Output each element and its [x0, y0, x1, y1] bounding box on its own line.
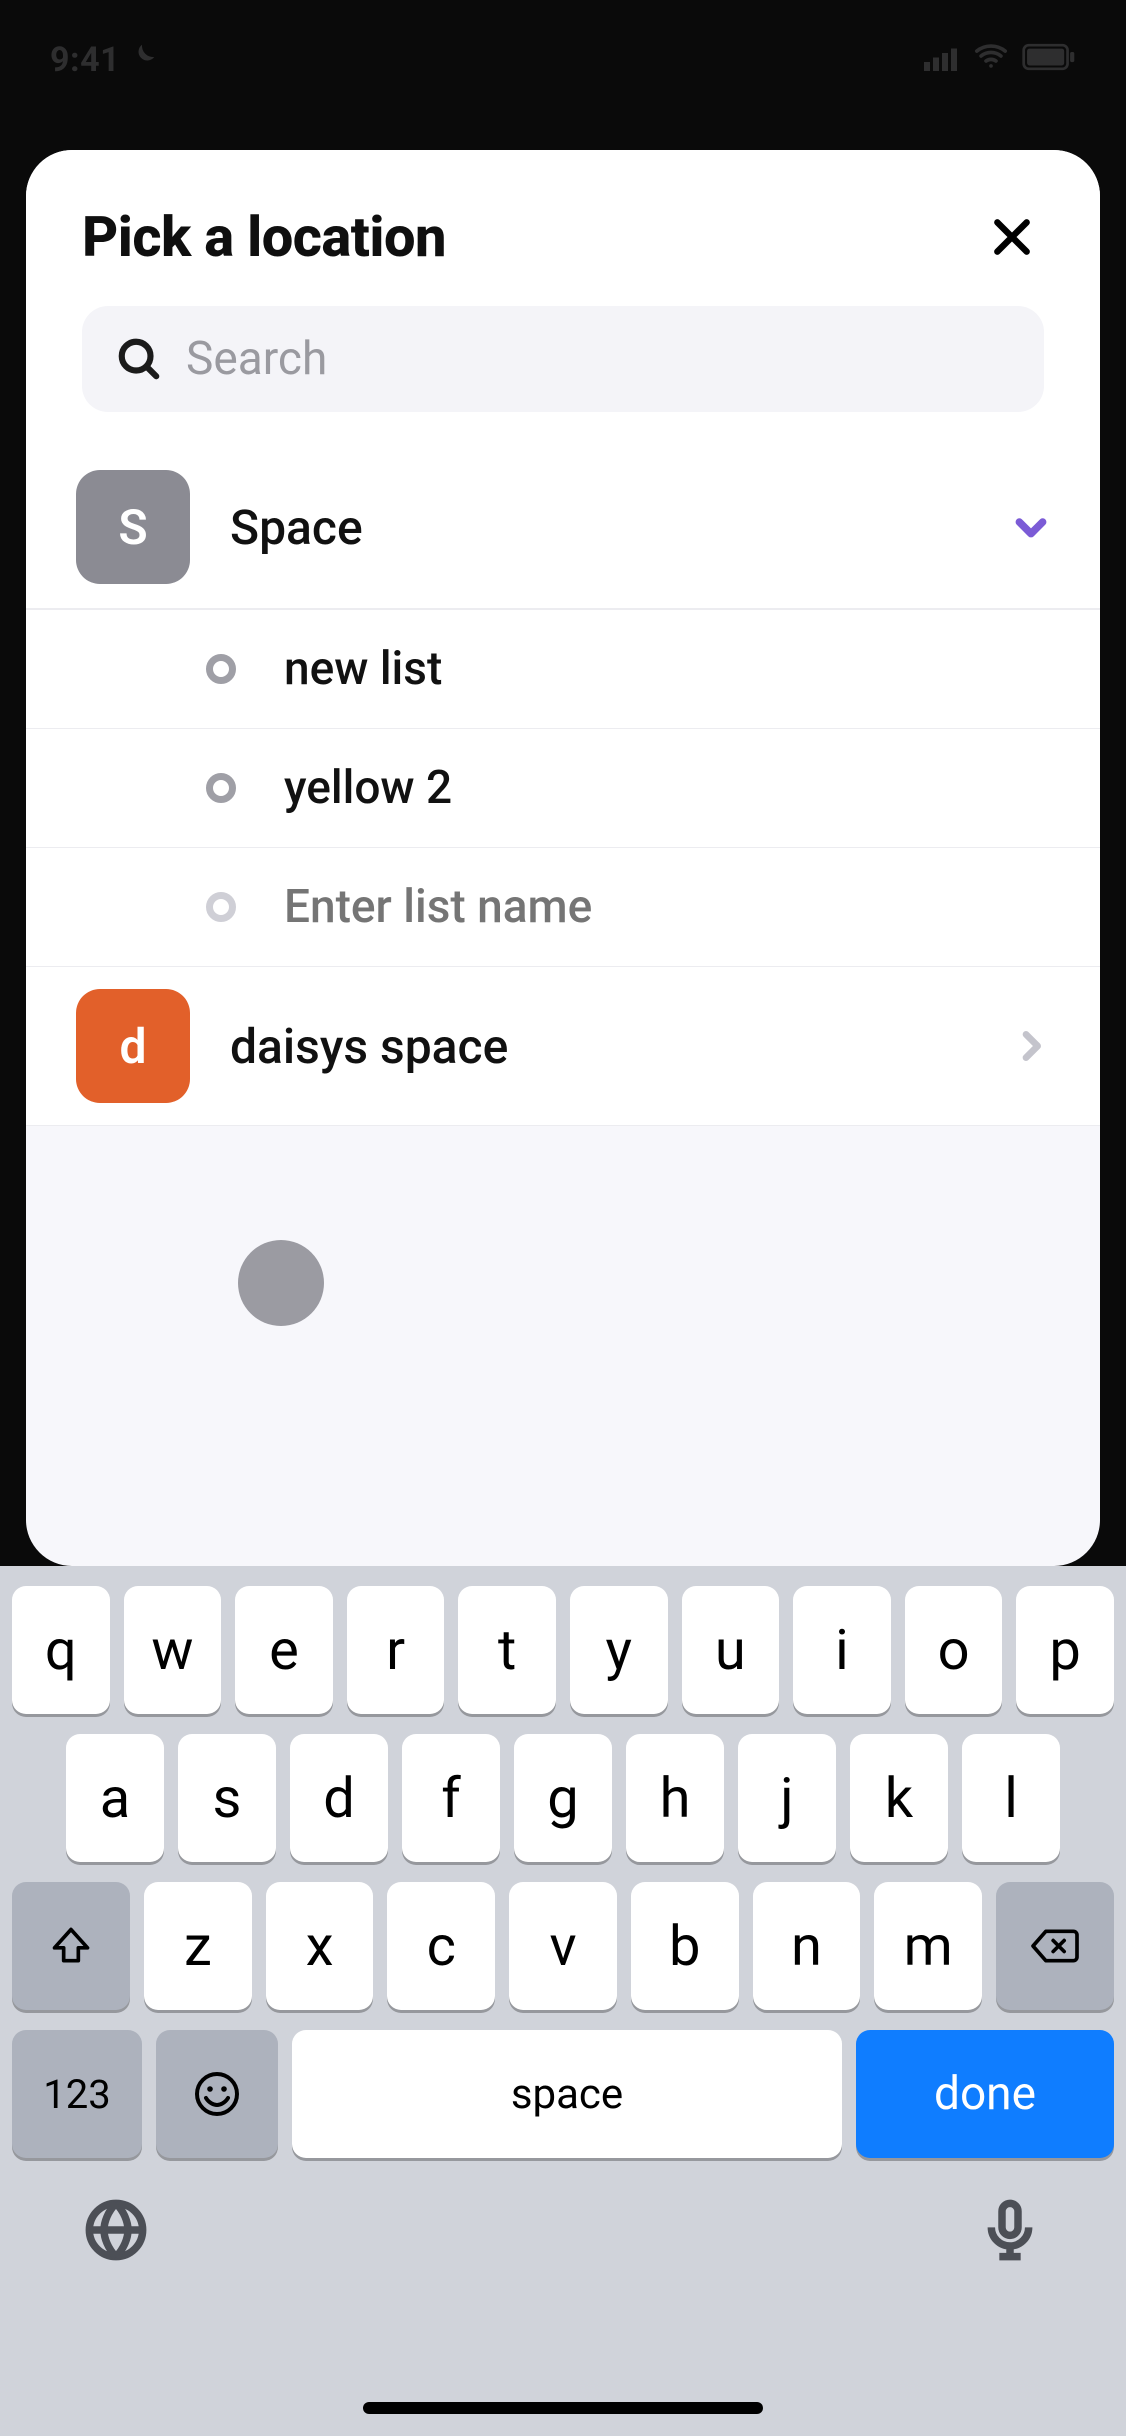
key-m[interactable]: m: [874, 1882, 982, 2010]
close-icon: [990, 215, 1034, 259]
key-o[interactable]: o: [905, 1586, 1003, 1714]
list-item[interactable]: new list: [26, 609, 1100, 728]
list-bullet-icon: [206, 654, 236, 684]
list-item-label: yellow 2: [284, 761, 1056, 815]
expand-toggle[interactable]: [1006, 502, 1056, 552]
search-icon: [116, 336, 162, 382]
battery-icon: [1022, 40, 1076, 80]
key-a[interactable]: a: [66, 1734, 164, 1862]
on-screen-keyboard: q w e r t y u i o p a s d f g h j k l z: [0, 1566, 1126, 2436]
search-field[interactable]: [82, 306, 1044, 412]
key-f[interactable]: f: [402, 1734, 500, 1862]
key-emoji[interactable]: [156, 2030, 278, 2158]
moon-icon: [128, 40, 158, 80]
space-avatar: d: [76, 989, 190, 1103]
home-indicator[interactable]: [363, 2402, 763, 2414]
wifi-icon: [974, 39, 1008, 82]
key-g[interactable]: g: [514, 1734, 612, 1862]
key-c[interactable]: c: [387, 1882, 495, 2010]
key-h[interactable]: h: [626, 1734, 724, 1862]
key-done[interactable]: done: [856, 2030, 1114, 2158]
key-x[interactable]: x: [266, 1882, 374, 2010]
space-avatar: S: [76, 470, 190, 584]
globe-icon: [84, 2198, 148, 2262]
close-button[interactable]: [980, 205, 1044, 269]
key-s[interactable]: s: [178, 1734, 276, 1862]
list-bullet-icon: [206, 773, 236, 803]
list-bullet-icon: [206, 892, 236, 922]
key-numeric[interactable]: 123: [12, 2030, 142, 2158]
key-v[interactable]: v: [509, 1882, 617, 2010]
space-row[interactable]: S Space: [26, 446, 1100, 609]
space-row[interactable]: d daisys space: [26, 966, 1100, 1126]
key-l[interactable]: l: [962, 1734, 1060, 1862]
key-space[interactable]: space: [292, 2030, 842, 2158]
space-name: Space: [230, 499, 1006, 556]
list-item[interactable]: yellow 2: [26, 728, 1100, 847]
new-list-name-input[interactable]: [284, 880, 1056, 934]
key-shift[interactable]: [12, 1882, 130, 2010]
status-bar: 9:41: [0, 0, 1126, 120]
sheet-title: Pick a location: [82, 204, 446, 270]
status-time: 9:41: [50, 40, 120, 80]
key-p[interactable]: p: [1016, 1586, 1114, 1714]
key-b[interactable]: b: [631, 1882, 739, 2010]
key-k[interactable]: k: [850, 1734, 948, 1862]
globe-button[interactable]: [84, 2198, 148, 2266]
expand-toggle[interactable]: [1006, 1021, 1056, 1071]
key-r[interactable]: r: [347, 1586, 445, 1714]
key-u[interactable]: u: [682, 1586, 780, 1714]
key-z[interactable]: z: [144, 1882, 252, 2010]
key-j[interactable]: j: [738, 1734, 836, 1862]
key-y[interactable]: y: [570, 1586, 668, 1714]
mic-icon: [978, 2198, 1042, 2262]
new-list-row[interactable]: [26, 847, 1100, 966]
touch-indicator: [238, 1240, 324, 1326]
key-e[interactable]: e: [235, 1586, 333, 1714]
key-n[interactable]: n: [753, 1882, 861, 2010]
location-picker-sheet: Pick a location S Space new lis: [26, 150, 1100, 1566]
shift-icon: [49, 1924, 93, 1968]
search-input[interactable]: [186, 332, 1010, 386]
chevron-down-icon: [1011, 507, 1051, 547]
chevron-right-icon: [1011, 1026, 1051, 1066]
emoji-icon: [193, 2070, 241, 2118]
key-backspace[interactable]: [996, 1882, 1114, 2010]
key-d[interactable]: d: [290, 1734, 388, 1862]
dictation-button[interactable]: [978, 2198, 1042, 2266]
cellular-icon: [924, 40, 960, 80]
key-q[interactable]: q: [12, 1586, 110, 1714]
key-w[interactable]: w: [124, 1586, 222, 1714]
backspace-icon: [1029, 1924, 1081, 1968]
key-t[interactable]: t: [458, 1586, 556, 1714]
list-item-label: new list: [284, 642, 1056, 696]
space-name: daisys space: [230, 1018, 1006, 1075]
key-i[interactable]: i: [793, 1586, 891, 1714]
